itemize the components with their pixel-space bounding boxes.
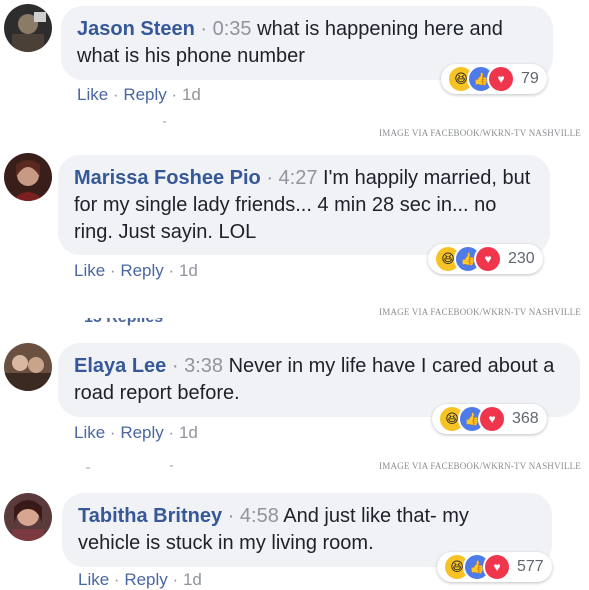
reaction-count: 577 [517,558,544,575]
comment-author[interactable]: Elaya Lee [74,355,166,377]
like-button[interactable]: Like [74,261,105,280]
divider-mark [170,465,173,467]
comment-actions: Like · Reply · 1d [74,261,198,281]
reply-button[interactable]: Reply [124,570,167,589]
love-reaction-icon: ♥ [474,245,502,273]
avatar[interactable] [4,343,52,391]
separator-dot: · [172,570,179,589]
comment-timestamp-link[interactable]: 3:38 [184,355,223,377]
view-replies-text: 15 Replies [84,318,163,326]
reply-button[interactable]: Reply [123,85,166,104]
comment-bubble: Marissa Foshee Pio · 4:27 I'm happily ma… [58,155,550,255]
comment-actions: Like · Reply · 1d [77,85,201,105]
comment-author[interactable]: Tabitha Britney [78,505,222,527]
love-reaction-icon: ♥ [487,65,515,93]
separator-dot: · [171,85,178,104]
separator-dot: · [171,355,179,377]
comment-elaya-lee: Elaya Lee · 3:38 Never in my life have I… [0,335,589,475]
reaction-summary[interactable]: 😆 👍 ♥ 577 [437,552,552,582]
comment-author[interactable]: Jason Steen [77,18,195,40]
divider-mark [163,121,166,123]
love-reaction-icon: ♥ [478,405,506,433]
view-replies-link[interactable]: 15 Replies [84,318,163,326]
reaction-summary[interactable]: 😆 👍 ♥ 368 [432,404,547,434]
image-credit: IMAGE VIA FACEBOOK/WKRN-TV NASHVILLE [379,307,581,317]
avatar[interactable] [4,153,52,201]
comment-age[interactable]: 1d [179,423,198,442]
comment-actions: Like · Reply · 1d [78,570,202,590]
comment-author[interactable]: Marissa Foshee Pio [74,167,261,189]
like-button[interactable]: Like [74,423,105,442]
separator-dot: · [168,261,175,280]
comment-age[interactable]: 1d [182,85,201,104]
image-credit: IMAGE VIA FACEBOOK/WKRN-TV NASHVILLE [379,128,581,138]
comment-age[interactable]: 1d [183,570,202,589]
separator-dot: · [109,423,116,442]
reaction-count: 368 [512,410,539,427]
divider-mark [86,467,90,469]
reaction-count: 230 [508,250,535,267]
love-reaction-icon: ♥ [483,553,511,581]
reaction-summary[interactable]: 😆 👍 ♥ 230 [428,244,543,274]
comment-age[interactable]: 1d [179,261,198,280]
separator-dot: · [168,423,175,442]
reaction-count: 79 [521,70,539,87]
like-button[interactable]: Like [77,85,108,104]
separator-dot: · [266,167,273,189]
comment-timestamp-link[interactable]: 4:27 [279,167,318,189]
comment-tabitha-britney: Tabitha Britney · 4:58 And just like tha… [0,485,589,590]
separator-dot: · [113,570,120,589]
comment-marissa-foshee-pio: Marissa Foshee Pio · 4:27 I'm happily ma… [0,145,589,317]
reaction-summary[interactable]: 😆 👍 ♥ 79 [441,64,547,94]
comment-timestamp-link[interactable]: 4:58 [240,505,279,527]
comment-timestamp-link[interactable]: 0:35 [213,18,252,40]
separator-dot: · [227,505,235,527]
comment-jason-steen: Jason Steen · 0:35 what is happening her… [0,0,589,138]
reply-button[interactable]: Reply [120,261,163,280]
like-button[interactable]: Like [78,570,109,589]
separator-dot: · [112,85,119,104]
comment-actions: Like · Reply · 1d [74,423,198,443]
separator-dot: · [200,18,208,40]
separator-dot: · [109,261,116,280]
avatar[interactable] [4,493,52,541]
image-credit: IMAGE VIA FACEBOOK/WKRN-TV NASHVILLE [379,461,581,471]
avatar[interactable] [4,4,52,52]
reply-button[interactable]: Reply [120,423,163,442]
